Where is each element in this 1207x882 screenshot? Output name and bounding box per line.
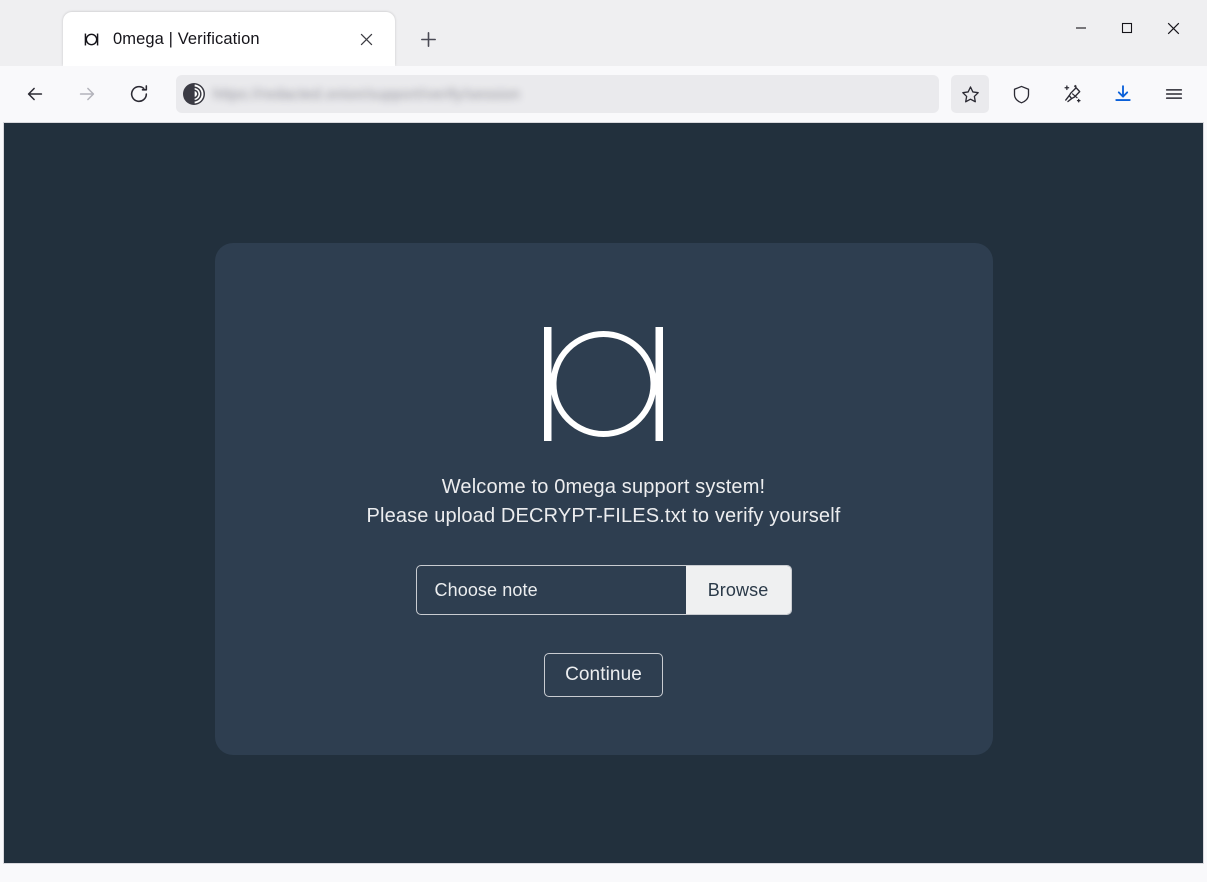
reload-icon <box>130 85 148 103</box>
back-button[interactable] <box>16 75 54 113</box>
bookmark-button[interactable] <box>951 75 989 113</box>
headline-line-1: Welcome to 0mega support system! <box>441 476 766 498</box>
browser-window: 0mega | Verification https://redacted.on… <box>0 0 1207 882</box>
download-arrow-icon <box>1115 85 1131 101</box>
browser-tab-active[interactable]: 0mega | Verification <box>63 12 395 66</box>
maximize-icon <box>1121 22 1133 34</box>
new-identity-button[interactable] <box>1053 75 1091 113</box>
page-headline: Welcome to 0mega support system! Please … <box>367 473 841 531</box>
omega-logo-icon <box>84 33 99 45</box>
security-shield-button[interactable] <box>1002 75 1040 113</box>
viewport-container: Welcome to 0mega support system! Please … <box>0 122 1207 874</box>
close-icon[interactable] <box>351 24 381 54</box>
plus-icon <box>420 31 436 47</box>
browse-button[interactable]: Browse <box>685 566 791 614</box>
forward-button <box>68 75 106 113</box>
url-bar[interactable]: https://redacted.onion/support/verify/se… <box>176 75 939 113</box>
window-controls <box>1058 0 1207 56</box>
headline-line-2: Please upload DECRYPT-FILES.txt to verif… <box>366 505 841 527</box>
app-menu-button[interactable] <box>1155 75 1193 113</box>
back-arrow-icon <box>27 87 43 101</box>
toolbar-icon-group <box>951 75 1193 113</box>
tab-strip: 0mega | Verification <box>0 0 445 66</box>
window-bottom-edge <box>0 874 1207 882</box>
new-tab-button[interactable] <box>411 22 445 56</box>
star-icon <box>961 85 979 102</box>
file-upload-field[interactable]: Choose note Browse <box>415 565 792 615</box>
navigation-toolbar: https://redacted.onion/support/verify/se… <box>0 66 1207 122</box>
omega-logo-icon <box>544 327 663 441</box>
window-close-button[interactable] <box>1150 8 1196 48</box>
broom-sparkle-icon <box>1064 84 1081 103</box>
continue-button[interactable]: Continue <box>544 653 663 697</box>
onion-circuit-icon[interactable] <box>181 81 207 107</box>
url-text[interactable]: https://redacted.onion/support/verify/se… <box>213 81 931 107</box>
forward-arrow-icon <box>79 87 95 101</box>
minimize-icon <box>1076 27 1086 29</box>
hamburger-menu-icon <box>1165 89 1183 99</box>
window-close-icon <box>1167 22 1179 34</box>
downloads-button[interactable] <box>1104 75 1142 113</box>
reload-button[interactable] <box>120 75 158 113</box>
verification-card: Welcome to 0mega support system! Please … <box>214 243 993 755</box>
title-bar: 0mega | Verification <box>0 0 1207 66</box>
window-minimize-button[interactable] <box>1058 8 1104 48</box>
tab-title: 0mega | Verification <box>113 29 260 48</box>
shield-icon <box>1013 85 1029 103</box>
page-viewport: Welcome to 0mega support system! Please … <box>3 122 1204 864</box>
window-maximize-button[interactable] <box>1104 8 1150 48</box>
file-name-label: Choose note <box>434 579 538 600</box>
